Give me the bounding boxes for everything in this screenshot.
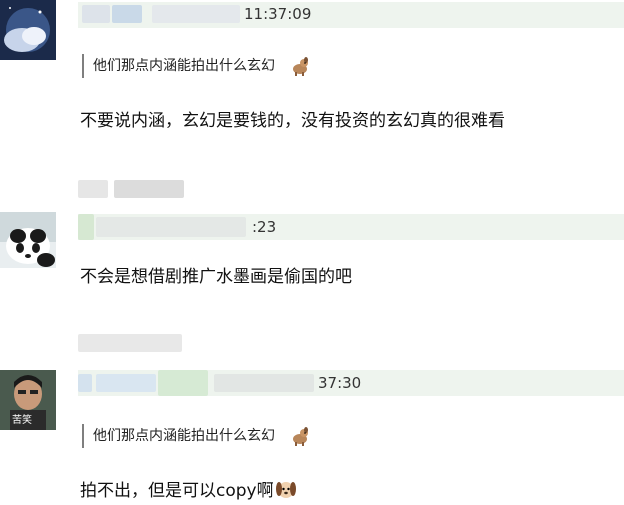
username-blurred[interactable] xyxy=(78,214,94,240)
comment-header: :23 xyxy=(78,214,624,240)
comment-item: :23 不会是想借剧推广水墨画是偷国的吧 xyxy=(0,210,624,290)
username-blurred[interactable] xyxy=(82,5,110,23)
username-blurred-segment xyxy=(158,370,208,396)
quoted-text: 他们那点内涵能拍出什么玄幻 xyxy=(93,428,275,444)
comment-timestamp: 37:30 xyxy=(318,374,362,392)
avatar[interactable] xyxy=(0,0,56,60)
avatar[interactable] xyxy=(0,212,56,268)
comment-text-content: 拍不出，但是可以copy啊 xyxy=(80,481,274,501)
avatar-caption: 苦笑 xyxy=(12,415,32,426)
username-blurred-segment xyxy=(96,217,246,237)
blurred-segment xyxy=(114,180,184,198)
dog-emoji-icon xyxy=(289,425,311,447)
comment-text: 拍不出，但是可以copy啊 xyxy=(80,476,297,501)
comment-item: 苦笑 37:30 他们那点内涵能拍出什么玄幻 拍不出，但是可以copy啊 xyxy=(0,366,624,504)
avatar[interactable]: 苦笑 xyxy=(0,370,56,430)
comment-timestamp: :23 xyxy=(252,218,277,236)
quoted-text: 他们那点内涵能拍出什么玄幻 xyxy=(93,58,275,74)
blurred-segment xyxy=(78,180,108,198)
comment-timestamp: 11:37:09 xyxy=(244,5,312,23)
quoted-reply[interactable]: 他们那点内涵能拍出什么玄幻 xyxy=(82,54,311,78)
blurred-segment xyxy=(78,334,182,352)
comment-header: 37:30 xyxy=(78,370,624,396)
quoted-reply[interactable]: 他们那点内涵能拍出什么玄幻 xyxy=(82,424,311,448)
puppy-face-emoji-icon xyxy=(275,478,297,500)
comment-header: 11:37:09 xyxy=(78,2,624,28)
comment-text: 不会是想借剧推广水墨画是偷国的吧 xyxy=(80,267,352,287)
username-blurred-segment xyxy=(112,5,142,23)
comment-text: 不要说内涵，玄幻是要钱的，没有投资的玄幻真的很难看 xyxy=(80,111,505,131)
comment-item: 11:37:09 他们那点内涵能拍出什么玄幻 不要说内涵，玄幻是要钱的，没有投资… xyxy=(0,0,624,140)
username-blurred[interactable] xyxy=(78,374,92,392)
dog-emoji-icon xyxy=(289,55,311,77)
username-blurred-segment xyxy=(96,374,156,392)
username-blurred-segment xyxy=(152,5,240,23)
username-blurred-segment xyxy=(214,374,314,392)
